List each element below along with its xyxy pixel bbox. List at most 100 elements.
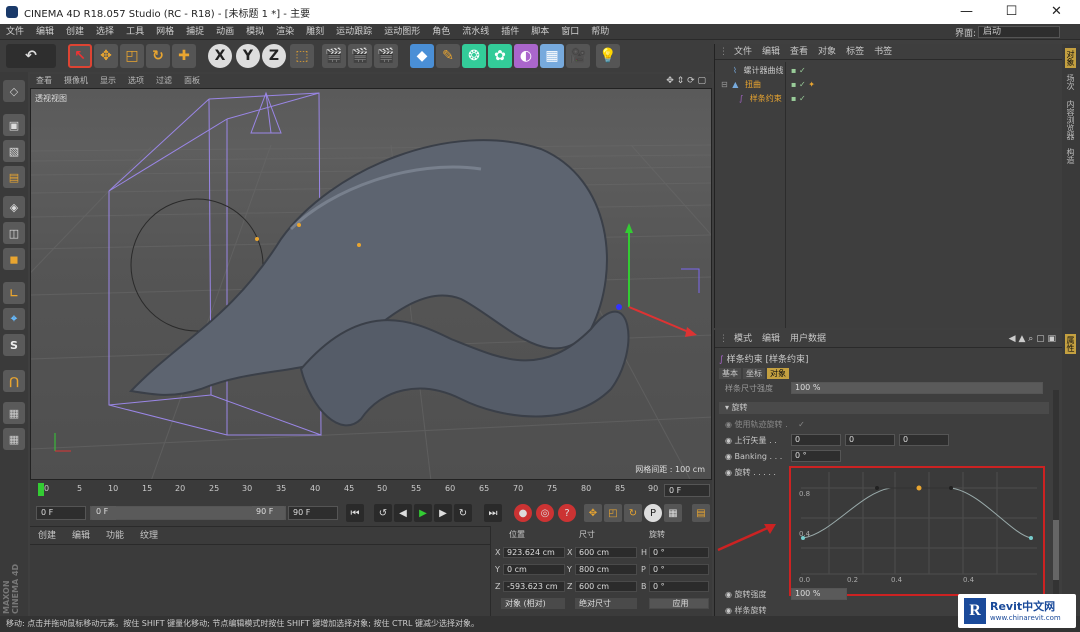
obj-menu-bookmarks[interactable]: 书签: [869, 44, 897, 60]
rotate-tool-icon[interactable]: ↻: [146, 44, 170, 68]
size-x-field[interactable]: 600 cm: [575, 547, 637, 558]
curve-point-selected[interactable]: [916, 485, 922, 491]
menu-sculpt[interactable]: 雕刻: [300, 24, 330, 40]
start-frame-field[interactable]: 0 F: [36, 506, 86, 520]
visibility-icon[interactable]: ▪ ✓: [791, 92, 806, 106]
spline-point[interactable]: [297, 223, 301, 227]
banking-field[interactable]: 0 °: [791, 450, 841, 462]
attr-nav-icons[interactable]: ◀ ▲ ⌕ ▢ ▣: [1009, 334, 1062, 344]
interface-select[interactable]: 启动: [978, 26, 1060, 38]
curve-handle[interactable]: [875, 486, 879, 490]
perspective-viewport[interactable]: 透视视图 网格间距 : 100 cm: [30, 88, 712, 480]
apply-button[interactable]: 应用: [649, 598, 709, 609]
menu-tools[interactable]: 工具: [120, 24, 150, 40]
vp-menu-view[interactable]: 查看: [30, 74, 58, 88]
menu-render[interactable]: 渲染: [270, 24, 300, 40]
radio-icon[interactable]: ◉: [725, 468, 732, 477]
menu-animate[interactable]: 动画: [210, 24, 240, 40]
texture-mode-icon[interactable]: ▧: [3, 140, 25, 162]
expand-icon[interactable]: ⊟: [719, 80, 728, 89]
menu-window[interactable]: 窗口: [555, 24, 585, 40]
scale-tool-icon[interactable]: ◰: [120, 44, 144, 68]
timeline-ruler[interactable]: 0 5 10 15 20 25 30 35 40 45 50 55 60 65 …: [30, 480, 712, 500]
menu-help[interactable]: 帮助: [585, 24, 615, 40]
object-row-twist[interactable]: ⊟ ▲ 扭曲 ▪ ✓ ✦: [719, 78, 1059, 92]
undo-icon[interactable]: ↶: [6, 44, 56, 68]
lock-workplane-icon[interactable]: ▦: [3, 428, 25, 450]
mat-menu-texture[interactable]: 纹理: [132, 527, 166, 545]
prev-frame-icon[interactable]: ◀: [394, 504, 412, 522]
viewport-nav-icons[interactable]: ✥ ⇕ ⟳ ▢: [666, 76, 712, 86]
tab-structure[interactable]: 构造: [1065, 148, 1076, 164]
next-frame-icon[interactable]: ▶: [434, 504, 452, 522]
spline-point[interactable]: [357, 243, 361, 247]
menu-pipeline[interactable]: 流水线: [456, 24, 495, 40]
keyframe-selection-icon[interactable]: ?: [558, 504, 576, 522]
tweak-mode-icon[interactable]: ⌖: [3, 308, 25, 330]
y-axis-arrow-icon[interactable]: [625, 223, 633, 233]
size-mode-select[interactable]: 绝对尺寸: [575, 598, 637, 609]
mat-menu-edit[interactable]: 编辑: [64, 527, 98, 545]
attr-menu-userdata[interactable]: 用户数据: [785, 331, 831, 347]
rotation-spline-graph[interactable]: 0.8 0.4 0.0 0.2 0.4 0.4: [789, 466, 1045, 596]
tab-basic[interactable]: 基本: [719, 368, 741, 379]
radio-icon[interactable]: ◉: [725, 420, 732, 429]
coord-mode-select[interactable]: 对象 (相对): [501, 598, 565, 609]
position-x-field[interactable]: 923.624 cm: [503, 547, 565, 558]
key-scale-icon[interactable]: ◰: [604, 504, 622, 522]
obj-menu-edit[interactable]: 编辑: [757, 44, 785, 60]
radio-icon[interactable]: ◉: [725, 452, 732, 461]
key-rotation-icon[interactable]: ↻: [624, 504, 642, 522]
tab-takes[interactable]: 场次: [1065, 74, 1076, 90]
curve-handle[interactable]: [949, 486, 953, 490]
snap-icon[interactable]: S: [3, 334, 25, 356]
menu-snap[interactable]: 捕捉: [180, 24, 210, 40]
make-editable-icon[interactable]: ◇: [3, 80, 25, 102]
mat-menu-function[interactable]: 功能: [98, 527, 132, 545]
tab-object[interactable]: 对象: [767, 368, 789, 379]
end-frame-field[interactable]: 90 F: [288, 506, 338, 520]
move-tool-icon[interactable]: ✥: [94, 44, 118, 68]
workplane-icon[interactable]: ▦: [3, 402, 25, 424]
render-to-picture-viewer-icon[interactable]: 🎬: [348, 44, 372, 68]
menu-file[interactable]: 文件: [0, 24, 30, 40]
z-axis-handle[interactable]: [616, 304, 622, 310]
menu-motion-tracking[interactable]: 运动跟踪: [330, 24, 378, 40]
key-parameter-icon[interactable]: P: [644, 504, 662, 522]
up-vector-z-field[interactable]: 0: [899, 434, 949, 446]
timeline-window-icon[interactable]: ▤: [692, 504, 710, 522]
minimize-button[interactable]: —: [944, 0, 989, 24]
radio-icon[interactable]: ◉: [725, 590, 732, 599]
tab-content-browser[interactable]: 内容浏览器: [1065, 100, 1076, 140]
menu-plugins[interactable]: 插件: [495, 24, 525, 40]
points-mode-icon[interactable]: ◈: [3, 196, 25, 218]
attr-menu-mode[interactable]: 模式: [729, 331, 757, 347]
rotation-b-field[interactable]: 0 °: [649, 581, 709, 592]
coord-system-icon[interactable]: ⬚: [290, 44, 314, 68]
select-tool-icon[interactable]: ↖: [68, 44, 92, 68]
visibility-icon[interactable]: ▪ ✓ ✦: [791, 78, 815, 92]
tab-objects[interactable]: 对象: [1065, 48, 1076, 68]
up-vector-y-field[interactable]: 0: [845, 434, 895, 446]
workplane-mode-icon[interactable]: ▤: [3, 166, 25, 188]
curve-point[interactable]: [1029, 536, 1033, 540]
menu-script[interactable]: 脚本: [525, 24, 555, 40]
menu-create[interactable]: 创建: [60, 24, 90, 40]
vp-menu-display[interactable]: 显示: [94, 74, 122, 88]
render-settings-icon[interactable]: 🎬: [374, 44, 398, 68]
visibility-icon[interactable]: ▪ ✓: [791, 64, 806, 78]
checkbox-checked[interactable]: ✓: [790, 420, 805, 429]
cube-icon[interactable]: ◆: [410, 44, 434, 68]
auto-key-icon[interactable]: ◎: [536, 504, 554, 522]
radio-icon[interactable]: ◉: [725, 436, 732, 445]
key-position-icon[interactable]: ✥: [584, 504, 602, 522]
x-axis-icon[interactable]: X: [208, 44, 232, 68]
menu-edit[interactable]: 编辑: [30, 24, 60, 40]
spline-point[interactable]: [255, 237, 259, 241]
tab-coord[interactable]: 坐标: [743, 368, 765, 379]
camera-icon[interactable]: 🎥: [566, 44, 590, 68]
render-view-icon[interactable]: 🎬: [322, 44, 346, 68]
recent-tool-icon[interactable]: ✚: [172, 44, 196, 68]
axis-mode-icon[interactable]: ∟: [3, 282, 25, 304]
next-key-icon[interactable]: ↻: [454, 504, 472, 522]
